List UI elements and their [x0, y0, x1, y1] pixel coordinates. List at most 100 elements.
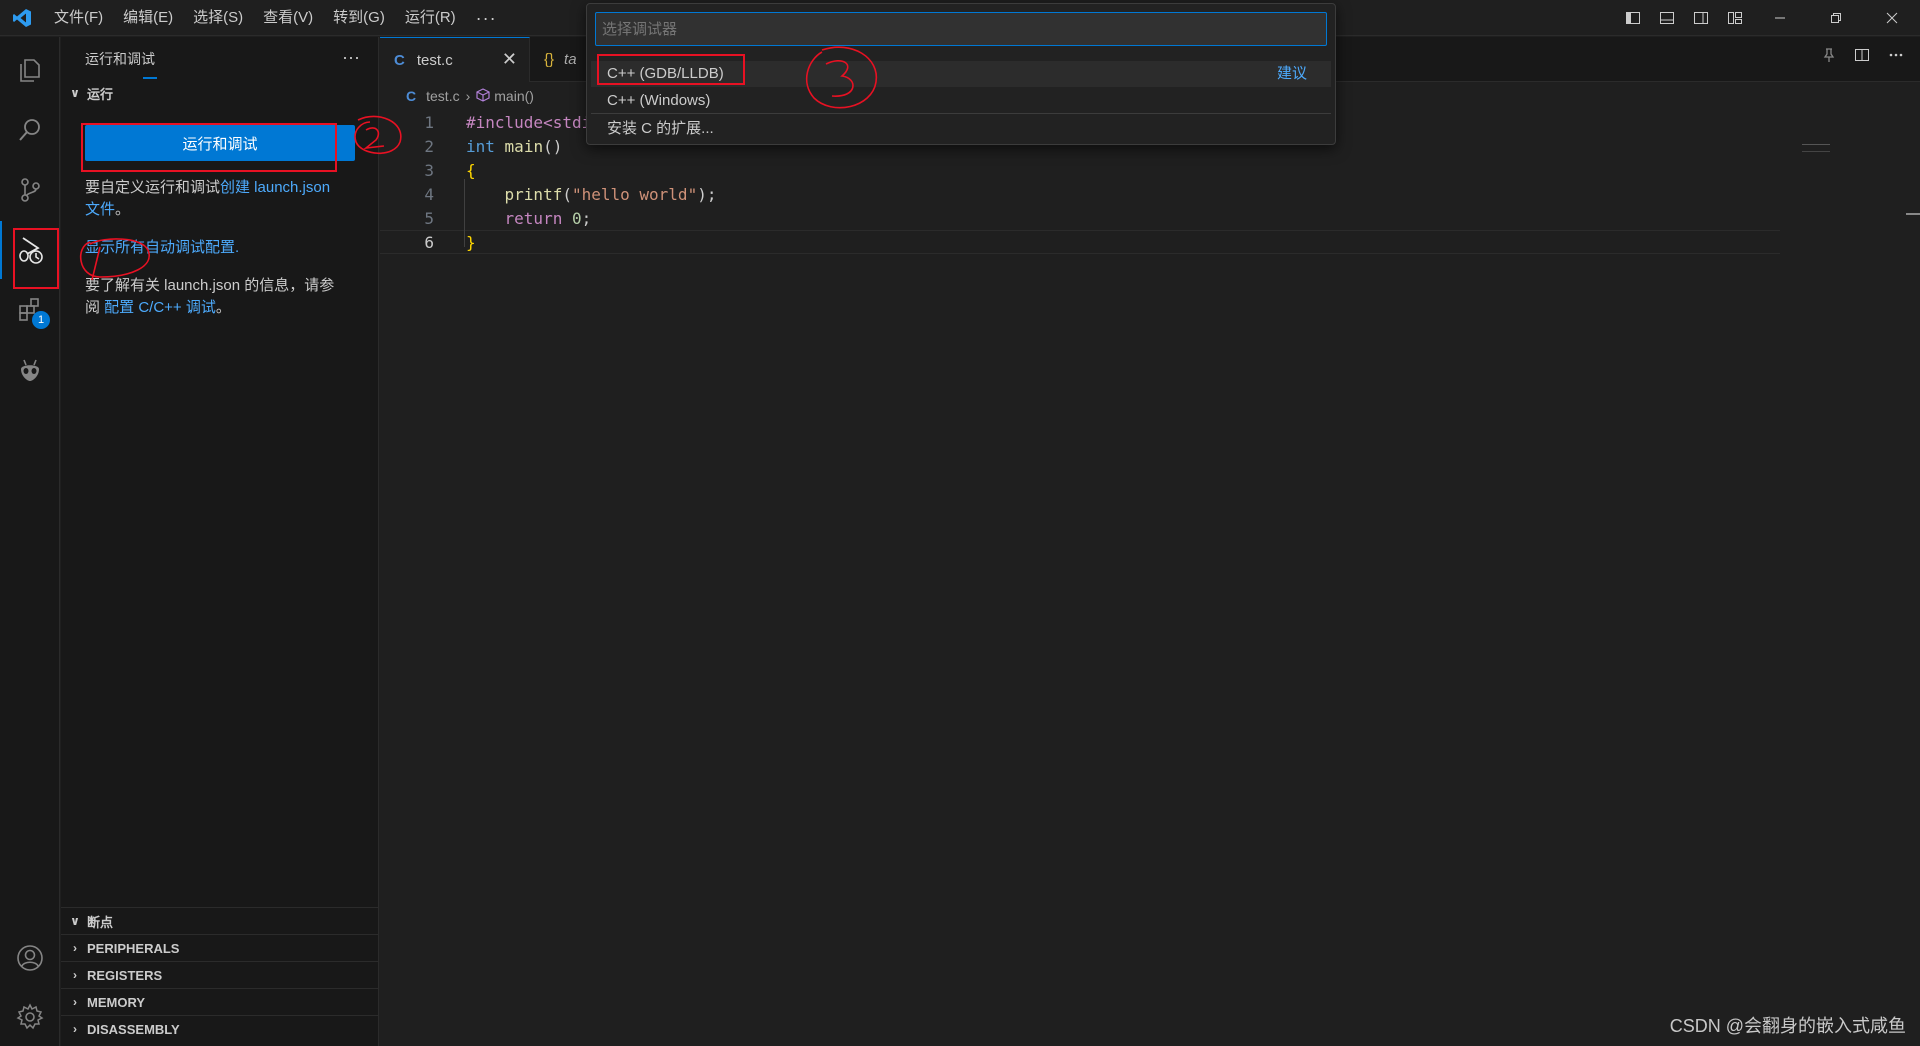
toggle-panel-icon[interactable]: [1650, 0, 1684, 36]
code-line-current: 6 }: [380, 230, 1780, 254]
editor-area: C test.c ✕ {} ta C test.c › main() 1 #in…: [380, 37, 1920, 1046]
tab-label: test.c: [416, 51, 453, 69]
code-line: 3 {: [380, 158, 1780, 182]
section-memory[interactable]: › MEMORY: [61, 988, 379, 1015]
extensions-icon[interactable]: 1: [0, 281, 60, 339]
chevron-right-icon: ›: [73, 1022, 77, 1036]
menu-more-button[interactable]: ···: [466, 0, 507, 36]
configure-cpp-debug-link[interactable]: 配置 C/C++ 调试: [104, 299, 216, 316]
line-number: 3: [424, 160, 434, 180]
menu-run[interactable]: 运行(R): [395, 0, 466, 36]
code-token: ;: [581, 208, 592, 228]
annotation-box-run-icon: [13, 228, 59, 289]
run-debug-sidebar: 运行和调试 ··· ∨ 运行 运行和调试 要自定义运行和调试创建 launch.…: [61, 37, 379, 1046]
quickpick-item-windows[interactable]: C++ (Windows): [591, 88, 1331, 114]
accounts-icon[interactable]: [0, 929, 60, 987]
breadcrumb-file[interactable]: test.c: [426, 88, 459, 104]
source-control-icon[interactable]: [0, 161, 60, 219]
section-disassembly[interactable]: › DISASSEMBLY: [61, 1015, 379, 1042]
line-number: 4: [424, 184, 434, 204]
quickpick-item-label: C++ (Windows): [607, 92, 711, 109]
annotation-circle-one: [79, 238, 150, 281]
recommended-tag: 建议: [1276, 65, 1307, 82]
menu-goto[interactable]: 转到(G): [323, 0, 395, 36]
explorer-icon[interactable]: [0, 41, 60, 99]
tab-label: ta: [564, 51, 577, 68]
chevron-down-icon: ∨: [70, 86, 80, 100]
section-run-header[interactable]: ∨ 运行: [61, 81, 378, 105]
search-icon[interactable]: [0, 101, 60, 159]
section-label: MEMORY: [87, 994, 146, 1010]
section-peripherals[interactable]: › PERIPHERALS: [61, 934, 379, 961]
customize-layout-icon[interactable]: [1718, 0, 1752, 36]
learn-suffix: 。: [215, 299, 231, 316]
title-bar-controls: [1616, 0, 1920, 36]
minimize-icon[interactable]: [1752, 0, 1808, 36]
scrollbar-marker[interactable]: [1906, 213, 1920, 215]
code-token: #include<stdi: [466, 112, 592, 132]
create-launch-json-link-cont[interactable]: 文件: [85, 201, 115, 218]
create-launch-json-link[interactable]: 创建 launch.json: [220, 179, 330, 196]
annotation-box-run-button: [81, 123, 337, 172]
quickpick-separator: [591, 113, 1331, 114]
code-token: 0: [571, 208, 582, 228]
line-number: 6: [424, 232, 434, 252]
manage-gear-icon[interactable]: [0, 988, 60, 1046]
line-number: 5: [424, 208, 434, 228]
chevron-down-icon: ∨: [70, 914, 80, 928]
sidebar-title: 运行和调试: [85, 51, 155, 67]
split-editor-icon[interactable]: [1854, 47, 1870, 68]
sidebar-bottom-sections: ∨ 断点 › PERIPHERALS › REGISTERS › MEMORY …: [61, 907, 379, 1042]
chevron-right-icon: ›: [73, 968, 77, 982]
restore-icon[interactable]: [1808, 0, 1864, 36]
editor-actions: [1822, 47, 1904, 68]
menu-file[interactable]: 文件(F): [44, 0, 113, 36]
json-file-icon: {}: [544, 51, 555, 68]
section-label: REGISTERS: [87, 967, 163, 983]
learn-prefix: 阅: [85, 299, 105, 316]
menu-view[interactable]: 查看(V): [253, 0, 323, 36]
active-indicator: [0, 221, 2, 279]
minimap[interactable]: [1802, 144, 1830, 152]
code-token: int: [466, 136, 495, 156]
sidebar-title-underline: [143, 77, 157, 79]
tab-tasks-json[interactable]: {} ta: [530, 37, 592, 82]
section-registers[interactable]: › REGISTERS: [61, 961, 379, 988]
more-actions-icon[interactable]: [1888, 47, 1904, 68]
toggle-secondary-sidebar-icon[interactable]: [1684, 0, 1718, 36]
close-window-icon[interactable]: [1864, 0, 1920, 36]
chevron-right-icon: ›: [73, 941, 77, 955]
code-token: (: [562, 184, 572, 204]
code-token: (): [543, 136, 563, 156]
sidebar-more-actions-icon[interactable]: ···: [342, 47, 360, 68]
pin-icon[interactable]: [1822, 47, 1836, 68]
quickpick-item-install-extensions[interactable]: 安装 C 的扩展...: [591, 116, 1331, 142]
code-token: "hello world": [571, 184, 698, 204]
extensions-badge: 1: [32, 311, 50, 329]
quickpick-input[interactable]: [595, 12, 1327, 46]
c-file-icon: C: [406, 88, 417, 104]
customize-text: 要自定义运行和调试创建 launch.json 文件。: [85, 177, 375, 221]
menu-selection[interactable]: 选择(S): [183, 0, 253, 36]
customize-prefix: 要自定义运行和调试: [85, 179, 221, 196]
breadcrumb-symbol[interactable]: main(): [494, 88, 534, 104]
quickpick-item-label: 安装 C 的扩展...: [607, 120, 714, 137]
section-label: DISASSEMBLY: [87, 1021, 180, 1037]
code-token: return: [504, 208, 563, 228]
section-label: PERIPHERALS: [87, 940, 180, 956]
code-token: main: [504, 136, 544, 156]
indent-guide: [464, 179, 465, 247]
menu-edit[interactable]: 编辑(E): [113, 0, 183, 36]
code-token: }: [466, 232, 476, 252]
annotation-circle-two: [354, 115, 402, 154]
alien-extension-icon[interactable]: [0, 341, 60, 399]
vscode-logo-icon: [0, 0, 44, 36]
tab-test-c[interactable]: C test.c ✕: [380, 37, 530, 82]
close-icon[interactable]: ✕: [502, 49, 517, 70]
section-breakpoints[interactable]: ∨ 断点: [61, 907, 379, 934]
code-line: 4 printf("hello world");: [380, 182, 1780, 206]
toggle-primary-sidebar-icon[interactable]: [1616, 0, 1650, 36]
c-file-icon: C: [394, 51, 405, 69]
section-label: 断点: [87, 914, 114, 930]
symbol-method-icon: [476, 87, 490, 105]
